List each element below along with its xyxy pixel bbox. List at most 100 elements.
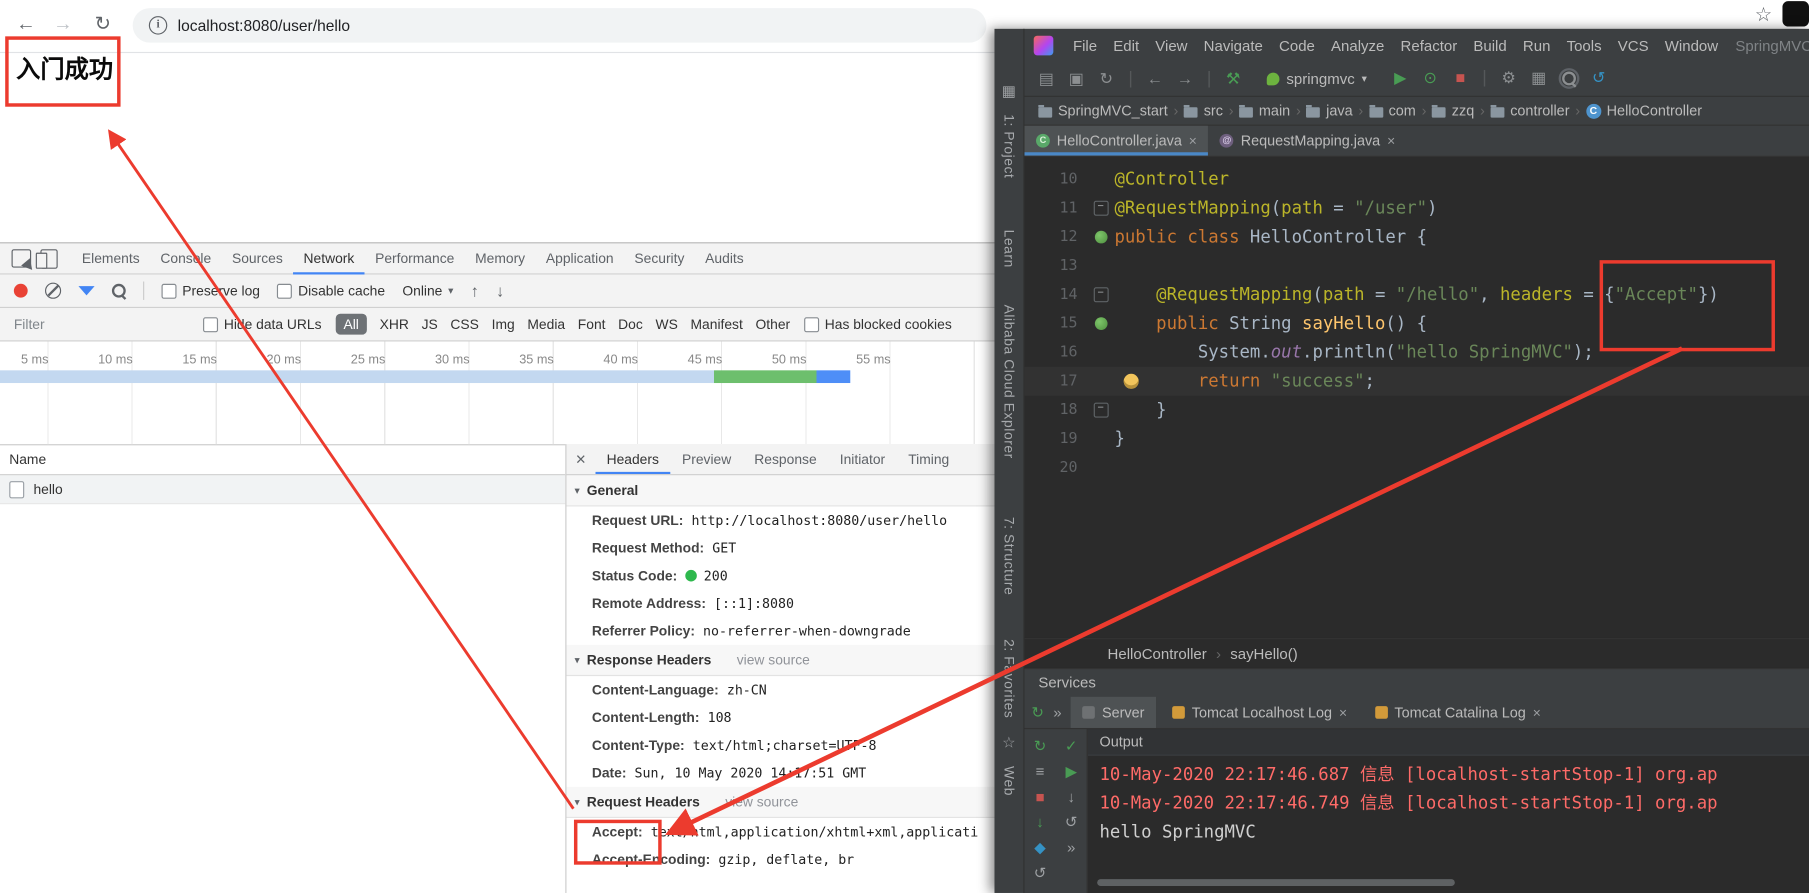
breadcrumb-item-com[interactable]: com bbox=[1389, 103, 1416, 119]
network-detail-tab-preview[interactable]: Preview bbox=[670, 444, 742, 474]
code-line[interactable]: 19} bbox=[1024, 425, 1809, 454]
synchronize-icon[interactable]: ↻ bbox=[1096, 69, 1117, 89]
settings-icon[interactable]: ⚙ bbox=[1498, 68, 1519, 89]
code-editor[interactable]: 10 @Controller 11− @RequestMapping(path = "… bbox=[1024, 156, 1809, 638]
request-type-filter-media[interactable]: Media bbox=[527, 316, 565, 332]
breadcrumb-item-main[interactable]: main bbox=[1259, 103, 1290, 119]
services-tab-tomcat-localhost-log[interactable]: Tomcat Localhost Log × bbox=[1161, 697, 1359, 728]
devtools-tab-memory[interactable]: Memory bbox=[465, 243, 536, 274]
deploy-icon[interactable]: ↓ bbox=[1036, 815, 1043, 830]
project-structure-icon[interactable]: ▦ bbox=[1528, 68, 1549, 89]
view-source-link[interactable]: view source bbox=[737, 652, 810, 668]
code-line[interactable]: 10 @Controller bbox=[1024, 165, 1809, 194]
code-line[interactable]: 14− @RequestMapping(path = "/hello", hea… bbox=[1024, 280, 1809, 309]
network-detail-tab-headers[interactable]: Headers bbox=[595, 444, 670, 474]
table-row[interactable]: hello bbox=[0, 475, 566, 505]
breadcrumb-item-controller[interactable]: controller bbox=[1510, 103, 1569, 119]
overflow-icon[interactable]: » bbox=[1049, 704, 1067, 721]
request-type-filter-all[interactable]: All bbox=[335, 313, 367, 335]
devtools-tab-network[interactable]: Network bbox=[293, 243, 365, 274]
rerun-server-icon[interactable]: ↻ bbox=[1031, 705, 1044, 720]
update-project-icon[interactable]: ↺ bbox=[1588, 68, 1609, 89]
run-tab-icon[interactable]: ▶ bbox=[1065, 764, 1077, 779]
stop-icon[interactable]: ■ bbox=[1450, 68, 1471, 89]
code-line[interactable]: 11− @RequestMapping(path = "/user") bbox=[1024, 194, 1809, 223]
spring-bean-icon[interactable] bbox=[1094, 317, 1107, 330]
request-type-filter-css[interactable]: CSS bbox=[450, 316, 478, 332]
close-tab-icon[interactable]: × bbox=[1533, 704, 1541, 720]
tool-window-button-2-favorites[interactable]: 2: Favorites bbox=[1001, 639, 1017, 718]
console-output[interactable]: 10-May-2020 22:17:46.687 信息 [localhost-s… bbox=[1088, 756, 1809, 893]
fold-marker-icon[interactable]: − bbox=[1093, 200, 1109, 216]
breadcrumb-class[interactable]: HelloController bbox=[1108, 645, 1207, 662]
browser-forward-icon[interactable]: → bbox=[53, 13, 73, 36]
preserve-log-checkbox[interactable]: Preserve log bbox=[161, 283, 260, 299]
devtools-tab-sources[interactable]: Sources bbox=[222, 243, 294, 274]
menu-vcs[interactable]: VCS bbox=[1610, 36, 1657, 53]
filter-input[interactable] bbox=[11, 314, 190, 334]
inspect-element-icon[interactable] bbox=[11, 249, 32, 268]
scroll-to-end-icon[interactable]: ↓ bbox=[1067, 789, 1074, 804]
request-type-filter-other[interactable]: Other bbox=[756, 316, 791, 332]
view-source-link[interactable]: view source bbox=[725, 794, 798, 810]
tool-window-button-alibaba-cloud-explorer[interactable]: Alibaba Cloud Explorer bbox=[1001, 304, 1017, 458]
search-everywhere-icon[interactable] bbox=[1558, 68, 1580, 89]
spring-bean-icon[interactable] bbox=[1094, 230, 1107, 244]
checkbox-icon[interactable] bbox=[804, 316, 820, 332]
disclosure-triangle-icon[interactable]: ▾ bbox=[575, 654, 580, 667]
breadcrumb-item-hellocontroller[interactable]: HelloController bbox=[1607, 103, 1702, 119]
disclosure-triangle-icon[interactable]: ▾ bbox=[575, 795, 580, 808]
soft-wrap-icon[interactable]: ↺ bbox=[1065, 815, 1078, 830]
devtools-tab-security[interactable]: Security bbox=[624, 243, 695, 274]
request-type-filter-manifest[interactable]: Manifest bbox=[691, 316, 743, 332]
editor-tab-hellocontroller-java[interactable]: C HelloController.java × bbox=[1024, 125, 1209, 156]
site-info-icon[interactable]: i bbox=[148, 16, 168, 35]
editor-tab-requestmapping-java[interactable]: @ RequestMapping.java × bbox=[1208, 126, 1406, 156]
more-icon[interactable]: » bbox=[1067, 840, 1075, 855]
code-line[interactable]: 18− } bbox=[1024, 396, 1809, 425]
code-line[interactable]: 13 bbox=[1024, 252, 1809, 281]
throttling-dropdown[interactable]: Online ▾ bbox=[402, 283, 453, 299]
up-to-date-icon[interactable]: ✓ bbox=[1065, 738, 1078, 753]
menu-window[interactable]: Window bbox=[1657, 36, 1727, 53]
close-tab-icon[interactable]: × bbox=[1387, 133, 1395, 149]
tool-window-button-7-structure[interactable]: 7: Structure bbox=[1001, 516, 1017, 594]
run-configuration-dropdown[interactable]: springmvc ▾ bbox=[1260, 67, 1374, 89]
filter-funnel-icon[interactable] bbox=[78, 286, 95, 296]
run-icon[interactable]: ▶ bbox=[1390, 68, 1411, 89]
menu-edit[interactable]: Edit bbox=[1105, 36, 1147, 53]
code-line[interactable]: 20 bbox=[1024, 453, 1809, 482]
devtools-tab-elements[interactable]: Elements bbox=[72, 243, 150, 274]
network-detail-tab-response[interactable]: Response bbox=[743, 444, 828, 474]
code-line[interactable]: 12 public class HelloController { bbox=[1024, 223, 1809, 252]
open-folder-icon[interactable]: ▤ bbox=[1036, 69, 1057, 89]
debug-icon[interactable]: ⊙ bbox=[1420, 68, 1441, 89]
options-icon[interactable]: ≡ bbox=[1036, 764, 1045, 779]
request-type-filter-js[interactable]: JS bbox=[422, 316, 438, 332]
disclosure-triangle-icon[interactable]: ▾ bbox=[575, 484, 580, 497]
network-detail-tab-initiator[interactable]: Initiator bbox=[828, 444, 896, 474]
devtools-tab-application[interactable]: Application bbox=[535, 243, 624, 274]
checkbox-icon[interactable] bbox=[203, 316, 219, 332]
breadcrumb-item-java[interactable]: java bbox=[1326, 103, 1352, 119]
build-project-icon[interactable]: ⚒ bbox=[1223, 69, 1244, 89]
disable-cache-checkbox[interactable]: Disable cache bbox=[277, 283, 385, 299]
menu-file[interactable]: File bbox=[1065, 36, 1105, 53]
close-icon[interactable]: × bbox=[576, 449, 586, 469]
devtools-tab-performance[interactable]: Performance bbox=[365, 243, 465, 274]
breadcrumb-item-springmvc-start[interactable]: SpringMVC_start bbox=[1058, 103, 1168, 119]
code-line[interactable]: 17 return "success"; bbox=[1024, 366, 1809, 396]
devtools-tab-console[interactable]: Console bbox=[150, 243, 222, 274]
back-icon[interactable]: ← bbox=[1144, 69, 1165, 89]
code-line[interactable]: 15 public String sayHello() { bbox=[1024, 309, 1809, 338]
request-type-filter-font[interactable]: Font bbox=[578, 316, 606, 332]
blocked-cookies-checkbox[interactable]: Has blocked cookies bbox=[804, 316, 952, 332]
breadcrumb-method[interactable]: sayHello() bbox=[1230, 645, 1298, 662]
search-icon[interactable] bbox=[111, 283, 126, 298]
refresh-icon[interactable]: ↺ bbox=[1034, 865, 1047, 880]
menu-refactor[interactable]: Refactor bbox=[1392, 36, 1465, 53]
close-tab-icon[interactable]: × bbox=[1339, 704, 1347, 720]
device-toolbar-icon[interactable] bbox=[35, 248, 58, 269]
save-all-icon[interactable]: ▣ bbox=[1066, 69, 1087, 89]
fold-marker-icon[interactable]: − bbox=[1093, 402, 1109, 418]
